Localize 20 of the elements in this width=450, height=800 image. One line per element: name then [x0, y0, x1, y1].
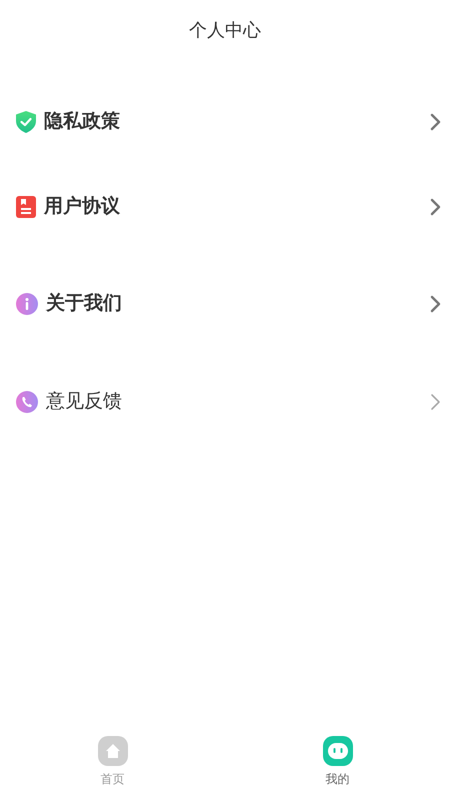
chevron-right-icon [430, 113, 442, 131]
info-icon [16, 293, 38, 315]
menu-item[interactable]: 用户协议 [0, 187, 450, 227]
page-title: 个人中心 [189, 18, 261, 42]
menu-item[interactable]: 关于我们 [0, 284, 450, 324]
menu-label: 用户协议 [44, 194, 120, 219]
home-icon [98, 736, 128, 766]
menu-label: 意见反馈 [46, 390, 122, 414]
menu-label: 关于我们 [46, 292, 122, 316]
document-icon [16, 196, 36, 218]
chevron-right-icon [430, 198, 442, 216]
menu-item[interactable]: 隐私政策 [0, 102, 450, 142]
tab-bar-item[interactable]: 我的 [225, 734, 450, 800]
chevron-right-icon [430, 295, 442, 313]
phone-icon [16, 391, 38, 413]
menu-item[interactable]: 意见反馈 [0, 382, 450, 422]
chevron-right-icon [430, 393, 442, 411]
menu-label: 隐私政策 [44, 110, 120, 134]
shield-check-icon [16, 111, 36, 133]
face-icon [322, 736, 352, 766]
